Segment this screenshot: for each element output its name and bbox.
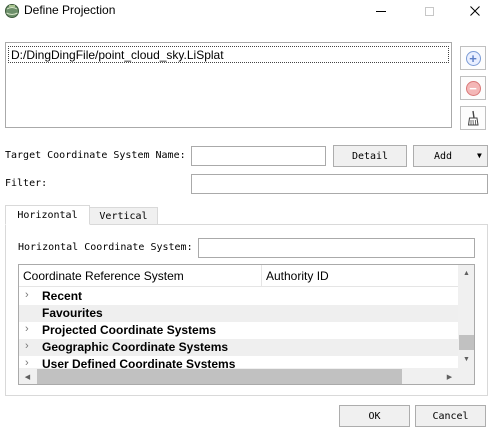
cancel-button[interactable]: Cancel — [415, 405, 486, 427]
file-list-item[interactable]: D:/DingDingFile/point_cloud_sky.LiSplat — [8, 46, 449, 63]
close-button[interactable] — [452, 0, 496, 22]
tree-row-recent[interactable]: › Recent — [19, 288, 458, 305]
horizontal-scrollbar[interactable]: ◀ ▶ — [19, 368, 458, 384]
file-list[interactable]: D:/DingDingFile/point_cloud_sky.LiSplat — [5, 42, 452, 128]
target-crs-input[interactable] — [191, 146, 326, 166]
tree-row-label: Favourites — [42, 306, 103, 320]
tree-row-label: Projected Coordinate Systems — [42, 323, 217, 337]
tree-row-projected[interactable]: › Projected Coordinate Systems — [19, 322, 458, 339]
scroll-right-icon[interactable]: ▶ — [441, 368, 458, 384]
filter-input[interactable] — [191, 174, 488, 194]
vertical-scroll-thumb[interactable] — [459, 335, 474, 350]
add-button-label: Add — [434, 150, 453, 162]
column-header-crs[interactable]: Coordinate Reference System — [19, 265, 262, 286]
add-dropdown-button[interactable]: Add ▼ — [413, 145, 488, 167]
window-title: Define Projection — [24, 3, 116, 17]
chevron-right-icon[interactable]: › — [25, 340, 29, 352]
tree-row-label: Recent — [42, 289, 83, 303]
scroll-down-icon[interactable]: ▼ — [458, 351, 474, 368]
detail-button[interactable]: Detail — [333, 145, 407, 167]
minimize-icon — [376, 10, 386, 12]
add-file-button[interactable]: + — [460, 46, 486, 70]
column-header-authority[interactable]: Authority ID — [262, 265, 458, 286]
plus-circle-icon: + — [465, 50, 481, 66]
target-crs-label: Target Coordinate System Name: — [5, 150, 186, 161]
filter-label: Filter: — [5, 178, 48, 189]
maximize-icon — [424, 6, 434, 16]
tab-horizontal[interactable]: Horizontal — [5, 205, 90, 225]
ok-button[interactable]: OK — [339, 405, 410, 427]
scroll-left-icon[interactable]: ◀ — [19, 368, 36, 384]
minimize-button[interactable] — [358, 0, 404, 22]
dropdown-arrow-icon: ▼ — [477, 151, 482, 160]
title-bar: Define Projection — [0, 0, 496, 22]
chevron-right-icon[interactable]: › — [25, 323, 29, 335]
maximize-button[interactable] — [406, 0, 452, 22]
horizontal-crs-input[interactable] — [198, 238, 475, 258]
tree-row-label: Geographic Coordinate Systems — [42, 340, 229, 354]
crs-tree[interactable]: Coordinate Reference System Authority ID… — [18, 264, 475, 385]
horizontal-crs-label: Horizontal Coordinate System: — [18, 242, 193, 253]
minus-circle-icon: − — [465, 80, 481, 96]
chevron-right-icon[interactable]: › — [25, 289, 29, 301]
scroll-up-icon[interactable]: ▲ — [458, 265, 474, 282]
tree-header: Coordinate Reference System Authority ID — [19, 265, 458, 287]
close-icon — [470, 6, 480, 16]
tree-row-geographic[interactable]: › Geographic Coordinate Systems — [19, 339, 458, 356]
remove-file-button[interactable]: − — [460, 76, 486, 100]
vertical-scrollbar[interactable]: ▲ ▼ — [458, 265, 474, 368]
clear-files-button[interactable] — [460, 106, 486, 130]
globe-app-icon — [5, 4, 19, 18]
horizontal-scroll-thumb[interactable] — [37, 369, 402, 384]
tab-vertical[interactable]: Vertical — [90, 207, 158, 225]
broom-icon — [467, 110, 479, 126]
scrollbar-corner — [458, 368, 474, 384]
tree-row-favourites[interactable]: Favourites — [19, 305, 458, 322]
